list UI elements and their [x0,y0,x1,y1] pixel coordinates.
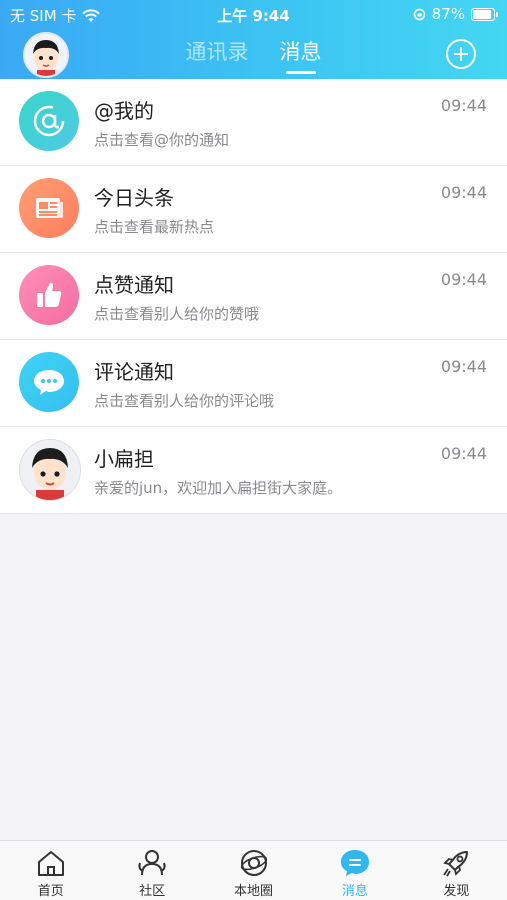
list-item-xiaobiandan[interactable]: 小扁担 亲爱的jun，欢迎加入扁担街大家庭。 09:44 [0,427,507,514]
tabbar-local-circle[interactable]: 本地圈 [203,841,304,900]
at-icon [19,91,79,151]
rocket-icon [443,851,469,877]
top-header: 无 SIM 卡 上午 9:44 87% 通讯录 消息 [0,0,507,79]
message-list: @我的 点击查看@你的通知 09:44 今日头条 点击查看最新热点 09:44 [0,79,507,514]
home-icon [37,851,64,876]
cartoon-boy-avatar-icon [20,440,80,500]
item-title: 点赞通知 [94,273,174,297]
add-button[interactable] [446,39,476,69]
list-item-headlines[interactable]: 今日头条 点击查看最新热点 09:44 [0,166,507,253]
list-item-likes[interactable]: 点赞通知 点击查看别人给你的赞哦 09:44 [0,253,507,340]
item-time: 09:44 [440,183,487,202]
battery-percent: 87% [431,5,465,23]
message-icon [340,850,369,876]
item-subtitle: 点击查看@你的通知 [94,131,230,149]
tabbar-label: 社区 [139,884,166,899]
tabbar-discover[interactable]: 发现 [406,841,507,900]
thumbs-up-icon [19,265,79,325]
status-bar: 无 SIM 卡 上午 9:44 87% [0,0,507,28]
community-icon [138,850,166,876]
item-title: 评论通知 [94,360,174,384]
tab-contacts[interactable]: 通讯录 [185,36,248,72]
tabbar-label: 本地圈 [234,884,274,899]
tabbar-label: 发现 [443,884,470,899]
item-time: 09:44 [440,357,487,376]
planet-icon [240,850,267,876]
item-time: 09:44 [440,96,487,115]
item-subtitle: 点击查看别人给你的评论哦 [94,392,275,410]
item-time: 09:44 [440,270,487,289]
item-title: 小扁担 [94,447,154,471]
bottom-tab-bar: 首页 社区 本地圈 消息 发现 [0,840,507,900]
tabbar-messages[interactable]: 消息 [304,841,405,900]
tabbar-community[interactable]: 社区 [101,841,202,900]
header-tabs: 通讯录 消息 [0,36,507,76]
status-right: 87% [413,5,498,23]
tabbar-label: 首页 [37,884,64,899]
tab-messages[interactable]: 消息 [280,36,322,74]
item-subtitle: 点击查看最新热点 [94,218,215,236]
list-item-comments[interactable]: 评论通知 点击查看别人给你的评论哦 09:44 [0,340,507,427]
list-item-at-me[interactable]: @我的 点击查看@你的通知 09:44 [0,79,507,166]
orientation-lock-icon [413,8,425,20]
tabbar-label: 消息 [341,884,368,899]
item-title: @我的 [94,99,154,123]
avatar [19,439,81,501]
item-title: 今日头条 [94,186,174,210]
item-subtitle: 点击查看别人给你的赞哦 [94,305,260,323]
item-time: 09:44 [440,444,487,463]
comment-bubble-icon [19,352,79,412]
newspaper-icon [19,178,79,238]
battery-icon [471,7,498,21]
item-subtitle: 亲爱的jun，欢迎加入扁担街大家庭。 [94,479,343,497]
tabbar-home[interactable]: 首页 [0,841,101,900]
